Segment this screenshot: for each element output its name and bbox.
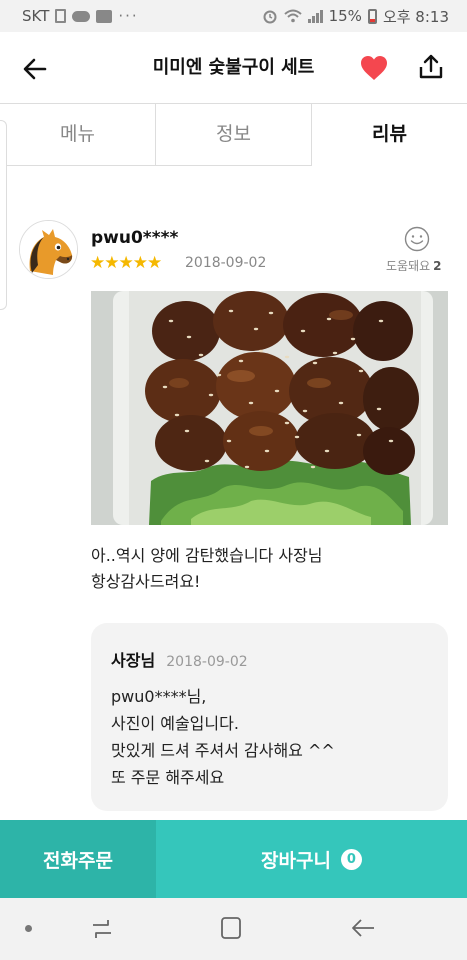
reply-line: 또 주문 해주세요 (111, 768, 225, 787)
clock: 오후 8:13 (382, 7, 449, 26)
horse-avatar-icon (20, 221, 77, 278)
carrier-label: SKT (22, 7, 50, 25)
review-text-line: 아..역시 양에 감탄했습니다 사장님 (91, 546, 323, 565)
status-right: 15% 오후 8:13 (262, 6, 449, 27)
avatar (19, 220, 78, 279)
review-photo[interactable] (91, 291, 448, 525)
page-title: 미미엔 숯불구이 세트 (0, 32, 467, 104)
tab-info[interactable]: 정보 (156, 104, 312, 166)
alert-icon (55, 9, 67, 23)
reply-line: pwu0****님, (111, 687, 207, 706)
helpful-label: 도움돼요 (386, 259, 431, 273)
status-left: SKT ··· (22, 7, 139, 25)
heart-icon[interactable] (359, 54, 389, 82)
reply-line: 사진이 예술입니다. (111, 714, 239, 733)
reply-line: 맛있게 드셔 주셔서 감사해요 ^^ (111, 741, 335, 760)
nav-dot-icon (25, 925, 32, 932)
system-nav-bar (0, 898, 467, 960)
owner-reply: 사장님 2018-09-02 pwu0****님, 사진이 예술입니다. 맛있게… (91, 623, 448, 811)
review-text: 아..역시 양에 감탄했습니다 사장님 항상감사드려요! (91, 543, 441, 595)
wifi-icon (283, 9, 302, 23)
app-header: 미미엔 숯불구이 세트 (0, 32, 467, 104)
battery-icon (367, 8, 377, 24)
helpful-counter[interactable]: 도움돼요 2 (386, 257, 442, 274)
back-nav-icon[interactable] (350, 916, 376, 940)
review-text-line: 항상감사드려요! (91, 572, 201, 591)
star-rating: ★★★★★ (90, 253, 162, 273)
review-date: 2018-09-02 (185, 255, 267, 271)
status-bar: SKT ··· 15% 오후 8:13 (0, 0, 467, 32)
battery-percent: 15% (328, 7, 362, 25)
food-photo (91, 291, 448, 525)
tab-bar: 메뉴 정보 리뷰 (0, 104, 467, 166)
reply-body: pwu0****님, 사진이 예술입니다. 맛있게 드셔 주셔서 감사해요 ^^… (111, 683, 428, 791)
tab-menu[interactable]: 메뉴 (0, 104, 156, 166)
phone-order-button[interactable]: 전화주문 (0, 820, 156, 898)
review-username: pwu0**** (91, 228, 179, 248)
recent-apps-icon[interactable] (90, 917, 114, 941)
signal-icon (307, 9, 323, 23)
helpful-count: 2 (433, 259, 442, 273)
share-icon[interactable] (416, 52, 446, 82)
tab-reviews[interactable]: 리뷰 (312, 104, 467, 166)
side-drawer-handle[interactable] (0, 120, 7, 310)
smiley-icon[interactable] (404, 226, 430, 252)
arrow-left-icon[interactable] (20, 54, 50, 84)
reply-date: 2018-09-02 (166, 654, 248, 670)
bottom-action-bar: 전화주문 장바구니 0 (0, 820, 467, 898)
more-notifications-icon: ··· (118, 7, 139, 25)
page-title-text: 미미엔 숯불구이 세트 (152, 57, 315, 78)
reply-author: 사장님 (111, 651, 156, 670)
alarm-icon (263, 10, 277, 24)
cloud-icon (72, 10, 91, 22)
cart-count-badge: 0 (340, 848, 362, 870)
home-icon[interactable] (220, 916, 242, 940)
cart-label: 장바구니 (261, 849, 331, 872)
image-icon (96, 9, 113, 23)
cart-button[interactable]: 장바구니 0 (156, 820, 467, 898)
